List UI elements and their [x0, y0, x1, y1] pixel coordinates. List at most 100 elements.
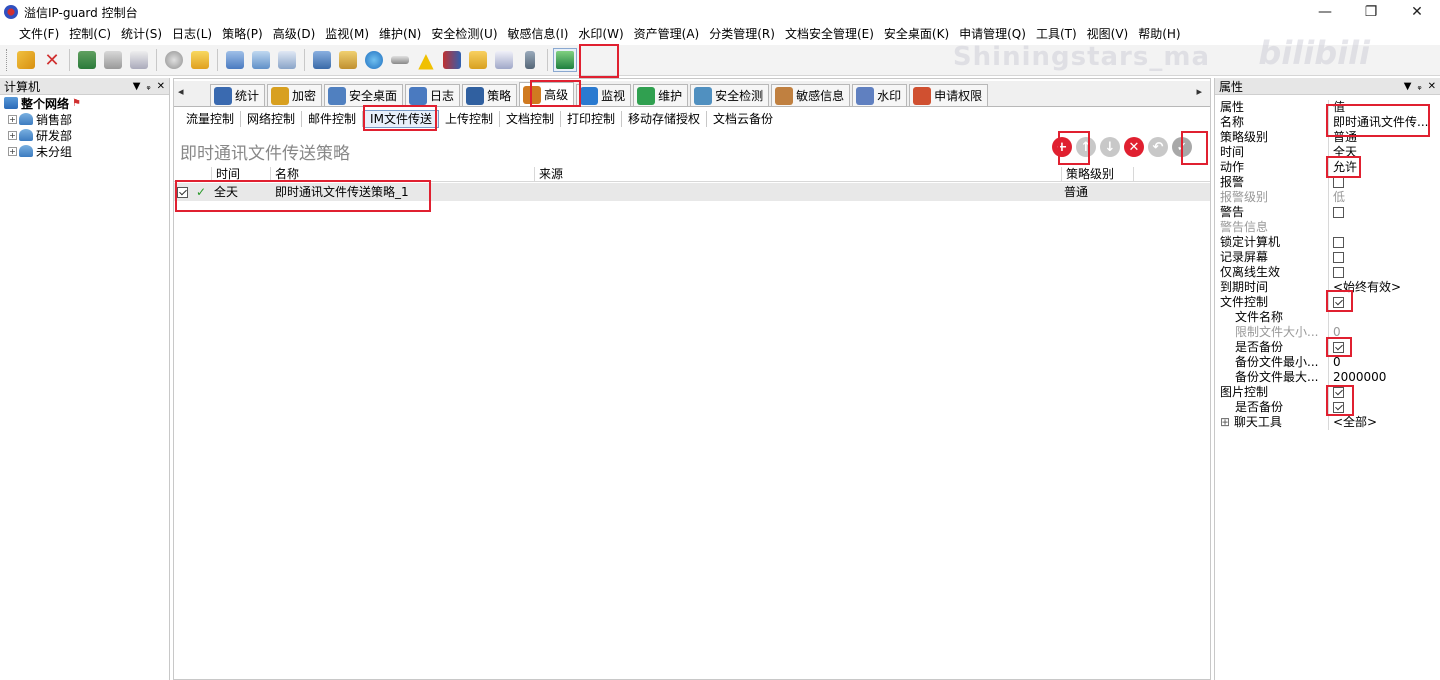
print-icon[interactable]	[101, 48, 125, 72]
delete-policy-icon[interactable]: ✕	[1124, 137, 1144, 157]
property-row[interactable]: 动作 允许	[1219, 160, 1437, 175]
tree-root[interactable]: 整个网络 ⚑	[0, 95, 169, 111]
col-name[interactable]: 名称	[271, 167, 535, 182]
menu-item-14[interactable]: 安全桌面(K)	[879, 24, 954, 45]
table-row[interactable]: ✓ 全天 即时通讯文件传送策略_1 普通	[174, 183, 1210, 201]
tree-group-item[interactable]: + 销售部	[0, 111, 169, 127]
property-row[interactable]: 报警	[1219, 175, 1437, 190]
tab-maintain[interactable]: 维护	[633, 84, 689, 106]
property-value[interactable]	[1329, 400, 1437, 415]
network-globe-icon[interactable]	[362, 48, 386, 72]
refresh-icon[interactable]	[553, 48, 577, 72]
close-icon[interactable]: ✕	[1428, 81, 1436, 92]
edit-icon[interactable]	[492, 48, 516, 72]
subtab-6[interactable]: 打印控制	[561, 111, 622, 127]
menu-item-3[interactable]: 日志(L)	[167, 24, 217, 45]
property-checkbox[interactable]	[1333, 342, 1344, 353]
property-checkbox[interactable]	[1333, 237, 1344, 248]
subtab-1[interactable]: 网络控制	[241, 111, 303, 127]
property-value[interactable]: 0	[1329, 325, 1437, 340]
add-icon[interactable]	[14, 48, 38, 72]
property-value[interactable]: 普通	[1329, 130, 1437, 145]
property-row[interactable]: 到期时间 <始终有效>	[1219, 280, 1437, 295]
menu-item-12[interactable]: 分类管理(R)	[704, 24, 780, 45]
copy-icon[interactable]	[223, 48, 247, 72]
tab-log[interactable]: 日志	[405, 84, 461, 106]
tab-sensitive[interactable]: 敏感信息	[771, 84, 851, 106]
property-row[interactable]: 图片控制	[1219, 385, 1437, 400]
property-value[interactable]	[1329, 250, 1437, 265]
dropdown-icon[interactable]: ▼	[133, 81, 141, 92]
property-row[interactable]: 记录屏幕	[1219, 250, 1437, 265]
property-row[interactable]: ⊞ 聊天工具 <全部>	[1219, 415, 1437, 430]
col-level[interactable]: 策略级别	[1062, 167, 1134, 182]
tree-group-item[interactable]: + 研发部	[0, 127, 169, 143]
warning-icon[interactable]: ▲	[414, 48, 438, 72]
property-row[interactable]: 策略级别 普通	[1219, 130, 1437, 145]
tree-group-item[interactable]: + 未分组	[0, 143, 169, 159]
property-value[interactable]	[1329, 340, 1437, 355]
property-value[interactable]: 全天	[1329, 145, 1437, 160]
apply-icon[interactable]: ✓	[1172, 137, 1192, 157]
property-row[interactable]: 名称 即时通讯文件传...	[1219, 115, 1437, 130]
tab-monitor[interactable]: 监视	[576, 84, 632, 106]
property-row[interactable]: 是否备份	[1219, 400, 1437, 415]
add-policy-icon[interactable]: +	[1052, 137, 1072, 157]
col-source[interactable]: 来源	[535, 167, 1062, 182]
property-value[interactable]: 即时通讯文件传...	[1329, 115, 1437, 130]
property-row[interactable]: 警告信息	[1219, 220, 1437, 235]
property-checkbox[interactable]	[1333, 387, 1344, 398]
property-value[interactable]: 2000000	[1329, 370, 1437, 385]
col-time[interactable]: 时间	[212, 167, 271, 182]
import-icon[interactable]	[75, 48, 99, 72]
tab-advanced[interactable]: 高级	[519, 82, 575, 106]
maximize-button[interactable]: ❐	[1348, 0, 1394, 24]
tab-policy[interactable]: 策略	[462, 84, 518, 106]
property-value[interactable]	[1329, 235, 1437, 250]
expand-icon[interactable]: +	[8, 130, 17, 140]
property-checkbox[interactable]	[1333, 402, 1344, 413]
toolbar-grip[interactable]	[6, 49, 9, 71]
subtab-2[interactable]: 邮件控制	[302, 111, 364, 127]
document-icon[interactable]	[275, 48, 299, 72]
folder-icon[interactable]	[188, 48, 212, 72]
menu-item-7[interactable]: 维护(N)	[374, 24, 426, 45]
stack-icon[interactable]	[249, 48, 273, 72]
property-value[interactable]	[1329, 220, 1437, 235]
property-row[interactable]: 报警级别 低	[1219, 190, 1437, 205]
subtab-8[interactable]: 文档云备份	[707, 111, 779, 127]
menu-item-10[interactable]: 水印(W)	[573, 24, 628, 45]
computer-icon[interactable]	[310, 48, 334, 72]
menu-item-1[interactable]: 控制(C)	[64, 24, 116, 45]
close-icon[interactable]: ✕	[157, 81, 165, 92]
move-up-icon[interactable]: ↑	[1076, 137, 1096, 157]
property-value[interactable]: 0	[1329, 355, 1437, 370]
menu-item-4[interactable]: 策略(P)	[217, 24, 268, 45]
property-checkbox[interactable]	[1333, 267, 1344, 278]
property-checkbox[interactable]	[1333, 252, 1344, 263]
menu-item-8[interactable]: 安全检测(U)	[426, 24, 502, 45]
tab-watermark[interactable]: 水印	[852, 84, 908, 106]
subtab-3[interactable]: IM文件传送	[363, 110, 439, 128]
property-row[interactable]: 文件控制	[1219, 295, 1437, 310]
property-row[interactable]: 备份文件最小... 0	[1219, 355, 1437, 370]
expand-icon[interactable]: +	[8, 114, 17, 124]
pin-icon[interactable]: ᵩ	[146, 81, 150, 92]
move-down-icon[interactable]: ↓	[1100, 137, 1120, 157]
property-row[interactable]: 锁定计算机	[1219, 235, 1437, 250]
menu-item-13[interactable]: 文档安全管理(E)	[780, 24, 879, 45]
delete-icon[interactable]: ✕	[40, 48, 64, 72]
property-row[interactable]: 警告	[1219, 205, 1437, 220]
property-value[interactable]	[1329, 175, 1437, 190]
dropdown-icon[interactable]: ▼	[1404, 81, 1412, 92]
tab-desktop[interactable]: 安全桌面	[324, 84, 404, 106]
menu-item-0[interactable]: 文件(F)	[14, 24, 64, 45]
tab-request[interactable]: 申请权限	[909, 84, 989, 106]
property-row[interactable]: 是否备份	[1219, 340, 1437, 355]
expand-icon[interactable]: ⊞	[1220, 415, 1234, 429]
menu-item-6[interactable]: 监视(M)	[320, 24, 374, 45]
tab-scroll-right-icon[interactable]: ▸	[1196, 85, 1202, 98]
subtab-5[interactable]: 文档控制	[500, 111, 561, 127]
preview-icon[interactable]	[127, 48, 151, 72]
close-button[interactable]: ✕	[1394, 0, 1440, 24]
